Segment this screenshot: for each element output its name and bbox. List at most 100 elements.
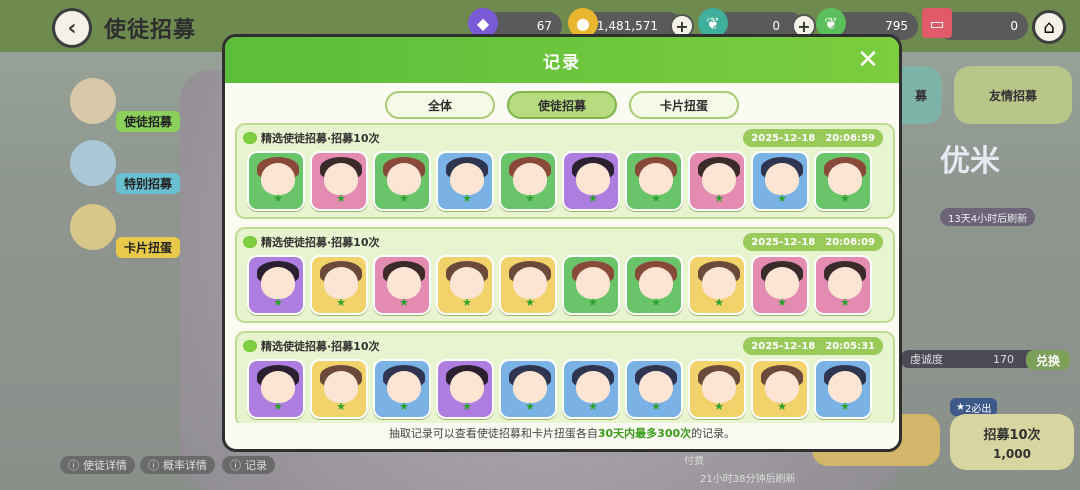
character-portrait bbox=[702, 163, 736, 195]
record-dot-icon bbox=[243, 236, 257, 248]
back-button[interactable]: ‹ bbox=[52, 8, 92, 48]
record-card-list: ★ ★ ★ ★ ★ ★ ★ ★ ★ ★ bbox=[247, 255, 872, 315]
character-card[interactable]: ★ bbox=[814, 359, 872, 419]
character-portrait bbox=[639, 267, 673, 299]
character-card[interactable]: ★ bbox=[247, 359, 305, 419]
character-portrait bbox=[576, 371, 610, 403]
character-card[interactable]: ★ bbox=[688, 359, 746, 419]
star-icon: ★ bbox=[273, 192, 283, 205]
star-icon: ★ bbox=[840, 400, 850, 413]
star-icon: ★ bbox=[840, 296, 850, 309]
character-card[interactable]: ★ bbox=[373, 151, 431, 211]
character-portrait bbox=[702, 371, 736, 403]
character-card[interactable]: ★ bbox=[688, 151, 746, 211]
home-icon: ⌂ bbox=[1043, 16, 1055, 38]
star-icon: ★ bbox=[840, 192, 850, 205]
tab-apostle-recruit[interactable]: 使徒招募 bbox=[507, 91, 617, 119]
sidebar-item-apostle-recruit[interactable]: 使徒招募 bbox=[60, 78, 180, 134]
character-card[interactable]: ★ bbox=[499, 151, 557, 211]
exchange-button[interactable]: 兑换 bbox=[1026, 350, 1070, 370]
friend-recruit-button[interactable]: 友情招募 bbox=[954, 66, 1072, 124]
character-portrait bbox=[450, 163, 484, 195]
character-card[interactable]: ★ bbox=[373, 359, 431, 419]
star-icon: ★ bbox=[399, 296, 409, 309]
recruit-10-button[interactable]: 招募10次 1,000 bbox=[950, 414, 1074, 470]
pay-label: 付费 bbox=[684, 456, 704, 467]
character-card[interactable]: ★ bbox=[310, 151, 368, 211]
record-timestamp: 2025-12-18 20:06:09 bbox=[743, 233, 883, 251]
character-card[interactable]: ★ bbox=[436, 151, 494, 211]
home-button[interactable]: ⌂ bbox=[1032, 10, 1066, 44]
refresh-timer: 13天4小时后刷新 bbox=[940, 208, 1036, 226]
star-icon: ★ bbox=[525, 296, 535, 309]
character-portrait bbox=[765, 371, 799, 403]
character-card[interactable]: ★ bbox=[751, 255, 809, 315]
apostle-detail-link[interactable]: ⓘ 使徒详情 bbox=[60, 456, 135, 474]
star-icon: ★ bbox=[651, 296, 661, 309]
character-portrait bbox=[387, 267, 421, 299]
record-list[interactable]: 精选使徒招募·招募10次 2025-12-18 20:06:59 ★ ★ ★ ★ ★ ★ ★ ★ ★ ★… bbox=[235, 123, 895, 423]
character-card[interactable]: ★ bbox=[562, 151, 620, 211]
sidebar-item-label: 特别招募 bbox=[115, 173, 180, 194]
arrow-left-icon: ‹ bbox=[67, 15, 77, 41]
character-portrait bbox=[387, 371, 421, 403]
star-icon: ★ bbox=[399, 192, 409, 205]
character-card[interactable]: ★ bbox=[562, 359, 620, 419]
star-icon: ★ bbox=[777, 296, 787, 309]
record-link[interactable]: ⓘ 记录 bbox=[222, 456, 275, 474]
character-card[interactable]: ★ bbox=[499, 359, 557, 419]
sidebar-item-label: 卡片扭蛋 bbox=[115, 237, 180, 258]
pay-timer: 21小时38分钟后刷新 bbox=[700, 474, 796, 485]
character-card[interactable]: ★ bbox=[310, 359, 368, 419]
character-card[interactable]: ★ bbox=[625, 151, 683, 211]
character-card[interactable]: ★ bbox=[499, 255, 557, 315]
character-portrait bbox=[324, 371, 358, 403]
info-icon: ⓘ bbox=[230, 459, 241, 472]
sidebar-item-label: 使徒招募 bbox=[115, 111, 180, 132]
record-header: 精选使徒招募·招募10次 bbox=[243, 337, 380, 355]
character-card[interactable]: ★ bbox=[688, 255, 746, 315]
character-portrait bbox=[450, 371, 484, 403]
star-icon: ★ bbox=[336, 296, 346, 309]
close-button[interactable]: ✕ bbox=[853, 45, 883, 75]
character-card[interactable]: ★ bbox=[625, 255, 683, 315]
character-card[interactable]: ★ bbox=[751, 151, 809, 211]
ticket-resource: ▭ 0 bbox=[922, 8, 1028, 40]
character-card[interactable]: ★ bbox=[562, 255, 620, 315]
sidebar-item-card-gacha[interactable]: 卡片扭蛋 bbox=[60, 204, 180, 260]
character-card[interactable]: ★ bbox=[814, 255, 872, 315]
record-timestamp: 2025-12-18 20:05:31 bbox=[743, 337, 883, 355]
character-portrait bbox=[639, 163, 673, 195]
character-card[interactable]: ★ bbox=[373, 255, 431, 315]
character-card[interactable]: ★ bbox=[247, 151, 305, 211]
probability-detail-link[interactable]: ⓘ 概率详情 bbox=[140, 456, 215, 474]
recruit-tab-button[interactable]: 募 bbox=[900, 66, 942, 124]
footer-note: 抽取记录可以查看使徒招募和卡片扭蛋各自30天内最多300次的记录。 bbox=[388, 427, 736, 440]
tab-all[interactable]: 全体 bbox=[385, 91, 495, 119]
star-icon: ★ bbox=[462, 192, 472, 205]
character-portrait bbox=[261, 267, 295, 299]
info-icon: ⓘ bbox=[148, 459, 159, 472]
star-icon: ★ bbox=[714, 400, 724, 413]
character-portrait bbox=[324, 163, 358, 195]
star-icon: ★ bbox=[651, 192, 661, 205]
character-portrait bbox=[387, 163, 421, 195]
star-icon: ★ bbox=[525, 192, 535, 205]
character-card[interactable]: ★ bbox=[436, 255, 494, 315]
character-card[interactable]: ★ bbox=[625, 359, 683, 419]
character-portrait bbox=[828, 163, 862, 195]
character-card[interactable]: ★ bbox=[751, 359, 809, 419]
page-title: 使徒招募 bbox=[104, 18, 197, 43]
character-card[interactable]: ★ bbox=[436, 359, 494, 419]
record-entry: 精选使徒招募·招募10次 2025-12-18 20:05:31 ★ ★ ★ ★ ★ ★ ★ ★ ★ ★ bbox=[235, 331, 895, 423]
record-card-list: ★ ★ ★ ★ ★ ★ ★ ★ ★ ★ bbox=[247, 151, 872, 211]
character-card[interactable]: ★ bbox=[310, 255, 368, 315]
character-card[interactable]: ★ bbox=[814, 151, 872, 211]
record-name: 精选使徒招募·招募10次 bbox=[261, 132, 380, 145]
sidebar-item-special-recruit[interactable]: 特别招募 bbox=[60, 140, 180, 196]
star-icon: ★ bbox=[399, 400, 409, 413]
character-portrait bbox=[828, 267, 862, 299]
character-card[interactable]: ★ bbox=[247, 255, 305, 315]
character-portrait bbox=[450, 267, 484, 299]
tab-card-gacha[interactable]: 卡片扭蛋 bbox=[629, 91, 739, 119]
